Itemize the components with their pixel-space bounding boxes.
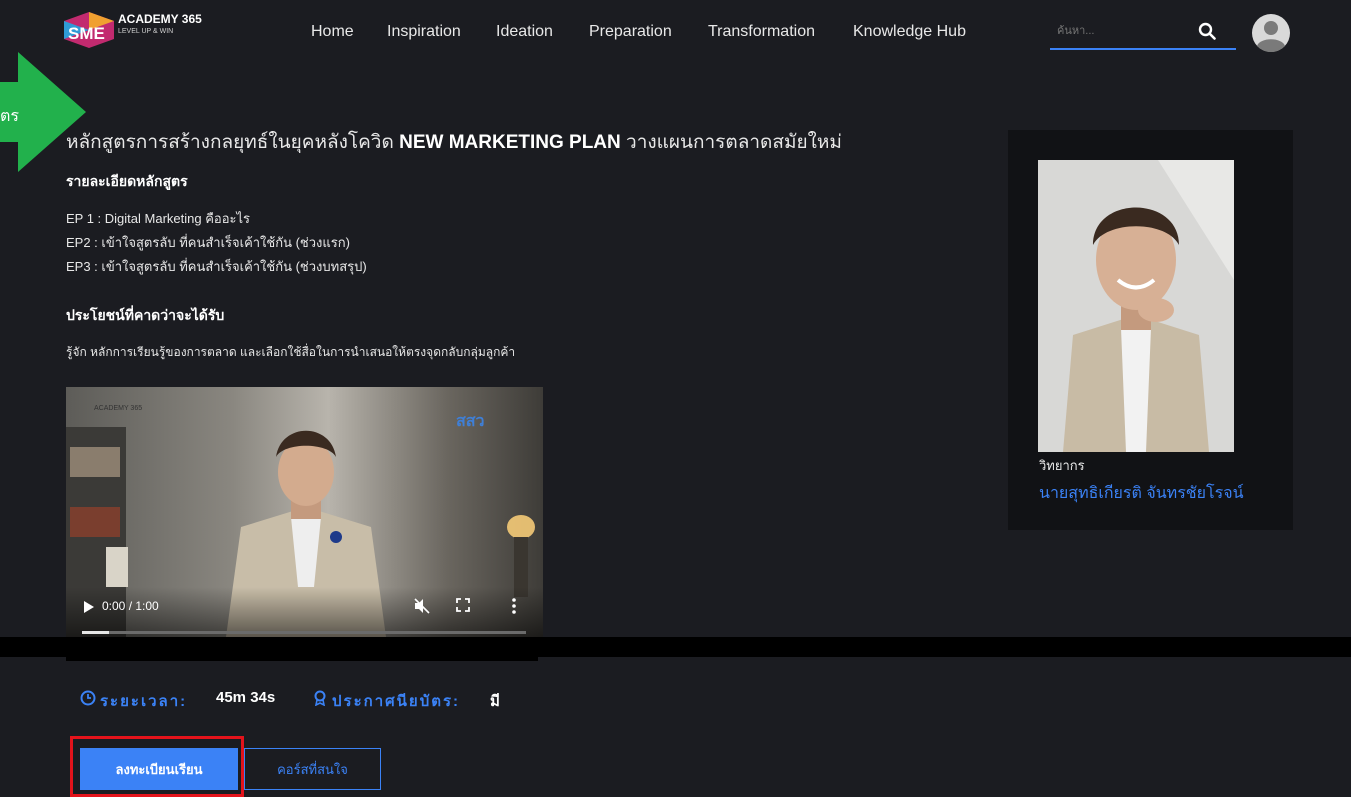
- logo-mark-icon: SME: [64, 12, 114, 48]
- course-title-bold: NEW MARKETING PLAN: [399, 132, 621, 153]
- certificate-value: มี: [490, 693, 500, 710]
- course-title: หลักสูตรการสร้างกลยุทธ์ในยุคหลังโควิด NE…: [66, 127, 842, 157]
- fullscreen-icon[interactable]: [456, 598, 470, 612]
- interested-courses-button[interactable]: คอร์สที่สนใจ: [244, 748, 381, 790]
- site-logo[interactable]: SME ACADEMY 365 LEVEL UP & WIN: [64, 8, 214, 50]
- duration-value: 45m 34s: [216, 689, 276, 706]
- user-avatar-icon[interactable]: [1252, 14, 1290, 52]
- nav-home[interactable]: Home: [311, 23, 354, 41]
- episode-item: EP3 : เข้าใจสูตรลับ ที่คนสำเร็จเค้าใช้กั…: [66, 259, 367, 274]
- instructor-label: วิทยากร: [1039, 458, 1085, 473]
- video-progress-bar[interactable]: [82, 631, 526, 634]
- more-options-icon[interactable]: [512, 598, 516, 614]
- nav-knowledge-hub[interactable]: Knowledge Hub: [853, 23, 966, 41]
- black-band: [0, 637, 1351, 657]
- black-band-strip: [66, 655, 538, 661]
- video-time: 0:00 / 1:00: [102, 599, 159, 613]
- nav-preparation[interactable]: Preparation: [589, 23, 672, 41]
- search-input[interactable]: [1055, 24, 1179, 38]
- benefits-text: รู้จัก หลักการเรียนรู้ของการตลาด และเลือ…: [66, 345, 516, 359]
- nav-transformation[interactable]: Transformation: [708, 23, 815, 41]
- episode-item: EP 1 : Digital Marketing คืออะไร: [66, 211, 251, 226]
- video-player[interactable]: ACADEMY 365 สสว 0:00 / 1:00: [66, 387, 543, 637]
- course-title-pre: หลักสูตรการสร้างกลยุทธ์ในยุคหลังโควิด: [66, 132, 400, 153]
- video-controls: 0:00 / 1:00: [66, 587, 543, 637]
- video-progress-fill: [82, 631, 109, 634]
- search-underline: [1050, 48, 1236, 50]
- nav-ideation[interactable]: Ideation: [496, 23, 553, 41]
- arrow-text: ตร: [0, 108, 19, 125]
- search-icon[interactable]: [1198, 22, 1216, 40]
- course-title-post: วางแผนการตลาดสมัยใหม่: [620, 132, 842, 153]
- episode-item: EP2 : เข้าใจสูตรลับ ที่คนสำเร็จเค้าใช้กั…: [66, 235, 350, 250]
- video-watermark-brand: สสว: [456, 413, 485, 430]
- logo-title: ACADEMY 365: [118, 12, 202, 26]
- duration-label: ระยะเวลา:: [100, 693, 188, 710]
- nav-inspiration[interactable]: Inspiration: [387, 23, 461, 41]
- certificate-label: ประกาศนียบัตร:: [332, 693, 461, 710]
- logo-mark-text: SME: [68, 24, 105, 43]
- clock-icon: [80, 690, 96, 706]
- video-watermark-logo: ACADEMY 365: [94, 405, 143, 412]
- instructor-photo: [1038, 160, 1234, 452]
- play-icon[interactable]: [84, 601, 94, 613]
- instructor-name[interactable]: นายสุทธิเกียรติ จันทรชัยโรจน์: [1039, 481, 1244, 506]
- logo-subtitle: LEVEL UP & WIN: [118, 28, 174, 35]
- benefits-heading: ประโยชน์ที่คาดว่าจะได้รับ: [66, 307, 225, 323]
- mute-icon[interactable]: [414, 598, 430, 614]
- details-heading: รายละเอียดหลักสูตร: [66, 173, 188, 189]
- highlight-box: [70, 736, 244, 797]
- certificate-icon: [314, 690, 326, 706]
